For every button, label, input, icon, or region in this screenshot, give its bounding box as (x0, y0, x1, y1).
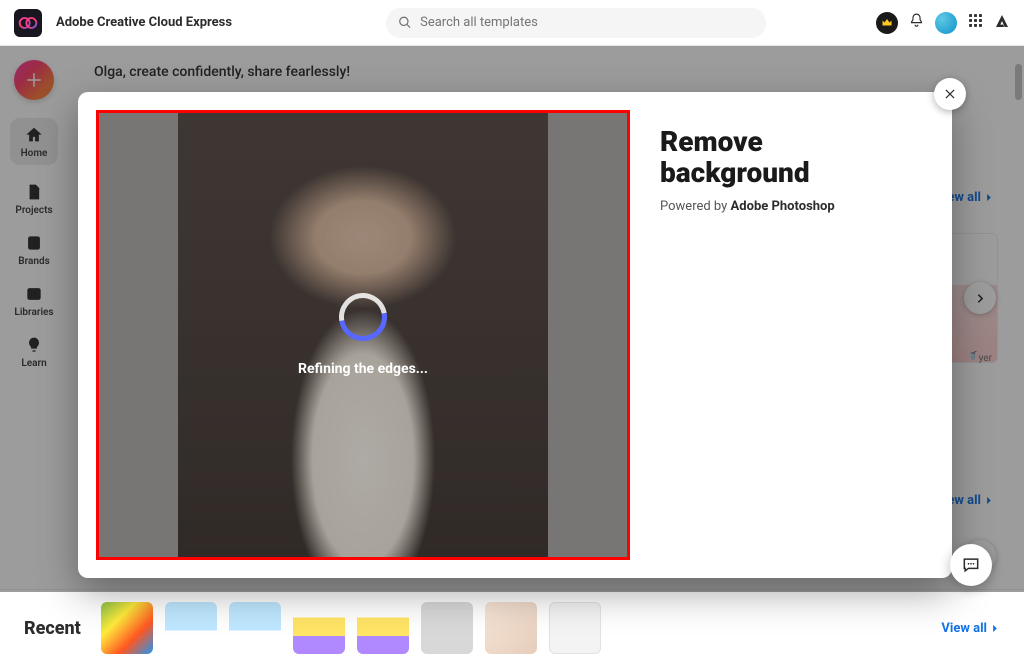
close-icon (943, 87, 957, 101)
recent-row: Recent View all (0, 589, 1024, 668)
processing-status: Refining the edges... (298, 361, 428, 377)
app-logo (14, 9, 42, 37)
recent-thumb[interactable] (293, 602, 345, 654)
search-icon (398, 15, 412, 30)
adobe-express-logo-icon (18, 13, 38, 33)
remove-background-modal: Refining the edges... Remove background … (78, 92, 952, 578)
modal-subtitle: Powered by Adobe Photoshop (660, 199, 922, 214)
image-preview: Refining the edges... (96, 110, 630, 560)
recent-thumb[interactable] (549, 602, 601, 654)
app-switcher-button[interactable] (967, 12, 984, 33)
recent-thumb[interactable] (357, 602, 409, 654)
search-field[interactable] (386, 8, 766, 38)
search-input[interactable] (420, 15, 754, 30)
bell-icon (908, 12, 925, 29)
chat-icon (961, 555, 981, 575)
close-button[interactable] (934, 78, 966, 110)
modal-title: Remove background (660, 126, 922, 189)
user-avatar[interactable] (935, 12, 957, 34)
view-all-label: View all (941, 621, 987, 636)
processing-overlay: Refining the edges... (99, 113, 627, 557)
spinner-icon (330, 284, 397, 351)
notifications-button[interactable] (908, 12, 925, 33)
recent-thumb[interactable] (229, 602, 281, 654)
recent-thumb[interactable] (421, 602, 473, 654)
apps-grid-icon (967, 12, 984, 29)
adobe-a-icon (994, 13, 1010, 29)
recent-view-all-link[interactable]: View all (941, 621, 1000, 636)
chevron-right-icon (989, 623, 1000, 634)
premium-badge[interactable] (876, 12, 898, 34)
recent-thumb[interactable] (165, 602, 217, 654)
topbar-right (876, 12, 1010, 34)
recent-title: Recent (24, 618, 81, 639)
recent-thumb[interactable] (101, 602, 153, 654)
app-name: Adobe Creative Cloud Express (56, 15, 232, 30)
feedback-button[interactable] (950, 544, 992, 586)
adobe-link[interactable] (994, 13, 1010, 33)
crown-icon (881, 17, 893, 29)
modal-side-panel: Remove background Powered by Adobe Photo… (630, 92, 952, 578)
topbar: Adobe Creative Cloud Express (0, 0, 1024, 46)
recent-thumb[interactable] (485, 602, 537, 654)
